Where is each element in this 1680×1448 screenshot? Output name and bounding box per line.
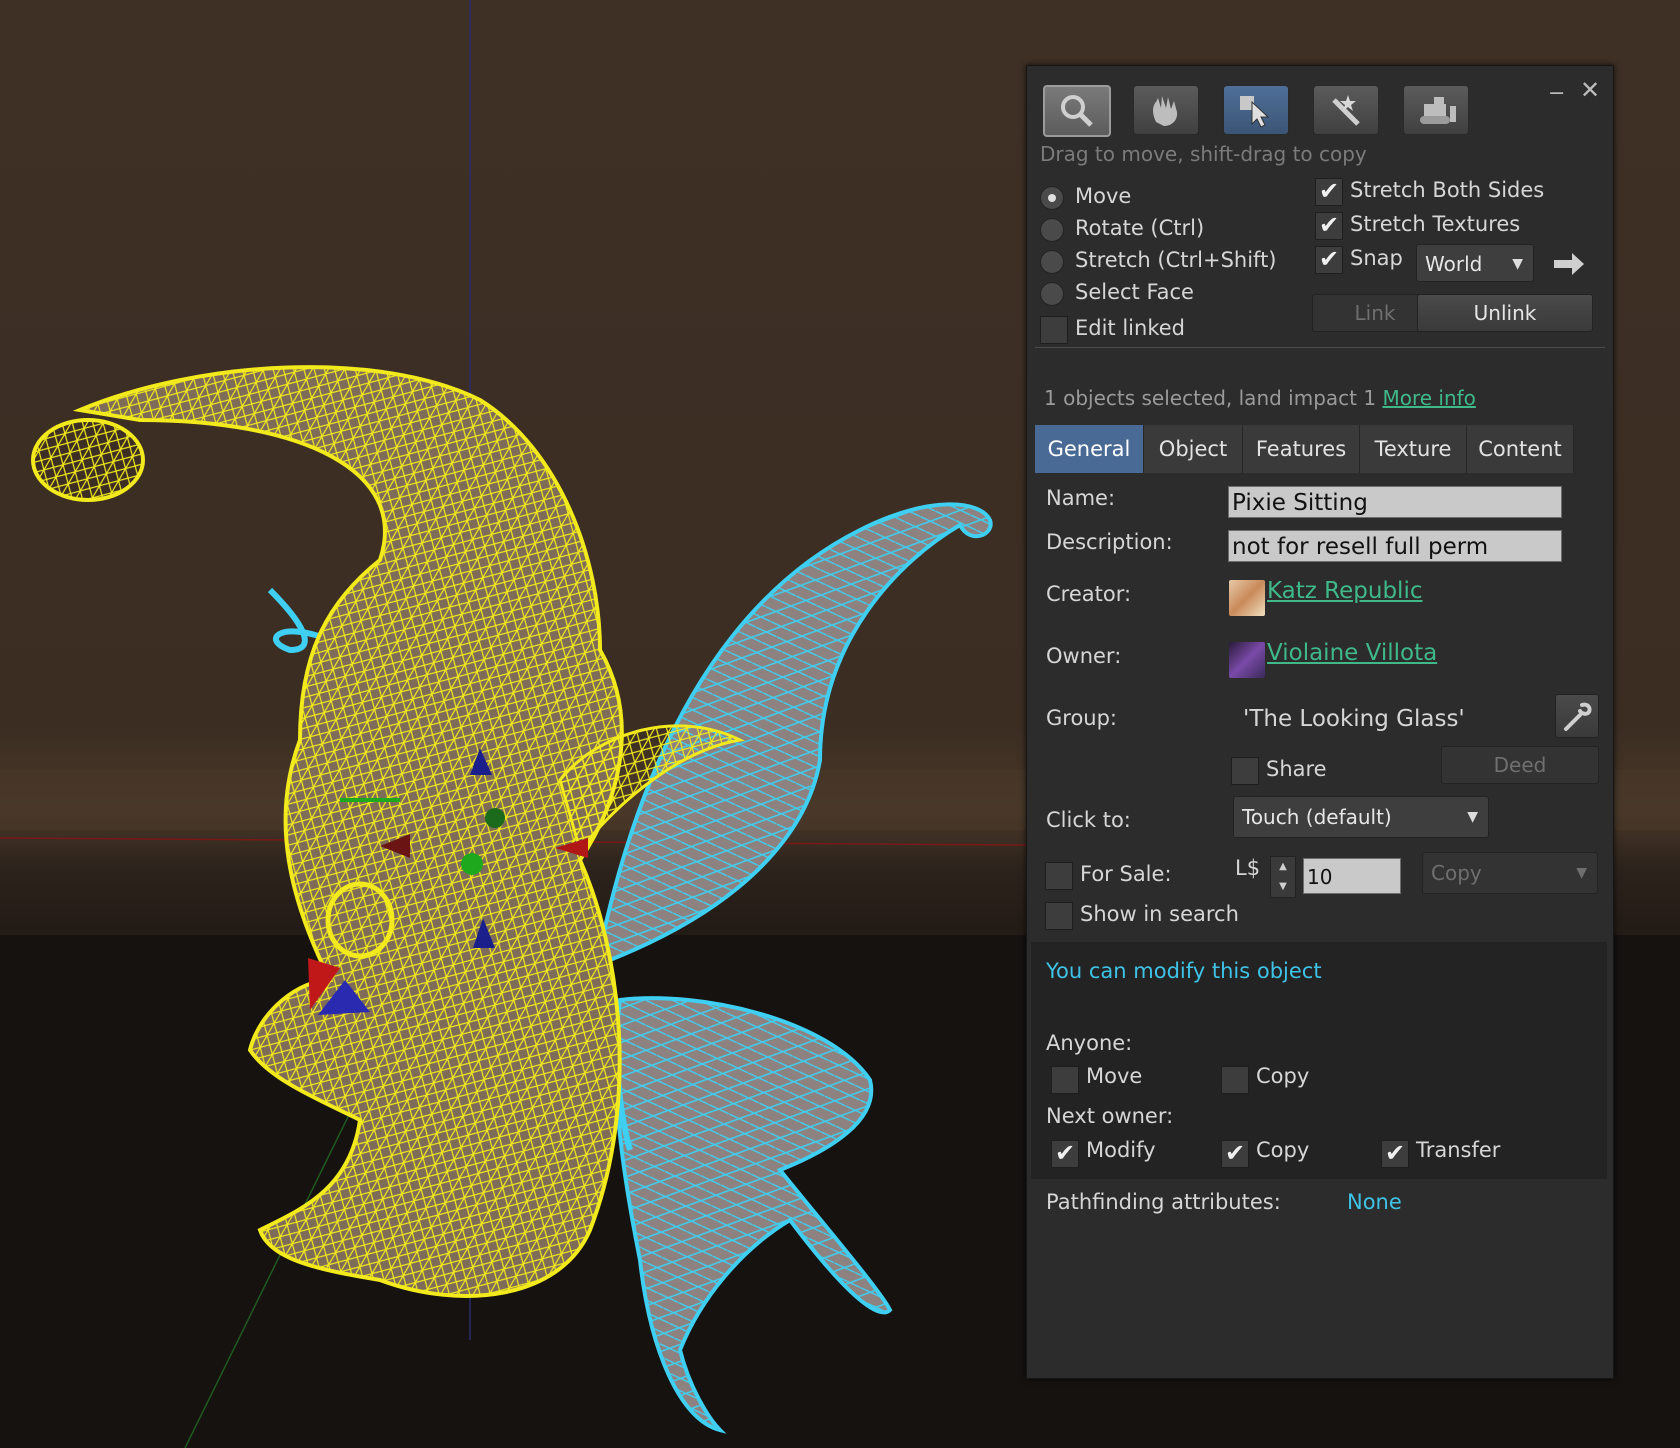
spinner-down-icon[interactable]: ▼ — [1271, 877, 1295, 897]
anyone-move-checkbox[interactable] — [1051, 1066, 1079, 1094]
stretch-both-sides-label: Stretch Both Sides — [1350, 178, 1545, 202]
close-button[interactable]: ✕ — [1580, 78, 1600, 102]
tab-content[interactable]: Content — [1467, 425, 1574, 473]
group-label: Group: — [1046, 706, 1118, 730]
select-face-label: Select Face — [1075, 280, 1194, 304]
creator-avatar — [1229, 580, 1265, 616]
chevron-down-icon: ▼ — [1512, 256, 1523, 272]
stretch-both-sides-checkbox[interactable]: ✔ — [1315, 178, 1343, 206]
snap-mode-dropdown[interactable]: World ▼ — [1416, 244, 1534, 282]
for-sale-checkbox[interactable] — [1045, 862, 1073, 890]
edit-tool-button[interactable] — [1223, 85, 1289, 135]
next-modify-label: Modify — [1086, 1138, 1156, 1162]
sale-type-value: Copy — [1431, 861, 1482, 885]
for-sale-label: For Sale: — [1080, 862, 1172, 886]
modify-status: You can modify this object — [1046, 959, 1322, 983]
magnifier-icon — [1061, 95, 1093, 127]
arrow-right-icon[interactable] — [1552, 251, 1586, 277]
create-tool-button[interactable] — [1313, 85, 1379, 135]
pathfinding-value: None — [1347, 1190, 1402, 1214]
selection-count: 1 objects selected, land impact 1 — [1044, 386, 1377, 410]
focus-tool-button[interactable] — [1043, 85, 1111, 137]
next-modify-checkbox[interactable]: ✔ — [1051, 1140, 1079, 1168]
stretch-textures-checkbox[interactable]: ✔ — [1315, 212, 1343, 240]
creator-link[interactable]: Katz Republic — [1267, 578, 1422, 604]
arrow-cursor-icon — [1240, 96, 1270, 128]
tab-object[interactable]: Object — [1144, 425, 1243, 473]
name-field[interactable]: Pixie Sitting — [1228, 486, 1562, 518]
description-label: Description: — [1046, 530, 1173, 554]
selection-summary: 1 objects selected, land impact 1 More i… — [1044, 386, 1476, 410]
group-name: 'The Looking Glass' — [1243, 706, 1465, 732]
grab-tool-button[interactable] — [1133, 85, 1199, 135]
owner-label: Owner: — [1046, 644, 1122, 668]
owner-link[interactable]: Violaine Villota — [1267, 640, 1437, 666]
magic-wand-icon — [1332, 95, 1360, 126]
currency-label: L$ — [1235, 856, 1261, 880]
unlink-button[interactable]: Unlink — [1417, 294, 1593, 332]
snap-mode-value: World — [1425, 252, 1483, 276]
chevron-down-icon: ▼ — [1467, 809, 1478, 825]
stretch-label: Stretch (Ctrl+Shift) — [1075, 248, 1277, 272]
sale-type-dropdown[interactable]: Copy ▼ — [1422, 852, 1598, 894]
next-copy-label: Copy — [1256, 1138, 1310, 1162]
snap-checkbox[interactable]: ✔ — [1315, 246, 1343, 274]
price-field[interactable]: 10 — [1303, 858, 1401, 894]
show-in-search-checkbox[interactable] — [1045, 902, 1073, 930]
deed-button[interactable]: Deed — [1441, 746, 1599, 784]
pathfinding-label: Pathfinding attributes: — [1046, 1190, 1281, 1214]
stretch-radio[interactable] — [1040, 250, 1064, 274]
rotate-radio[interactable] — [1040, 218, 1064, 242]
more-info-link[interactable]: More info — [1382, 386, 1475, 410]
click-to-label: Click to: — [1046, 808, 1131, 832]
anyone-copy-label: Copy — [1256, 1064, 1310, 1088]
price-spinner[interactable]: ▲ ▼ — [1270, 856, 1296, 898]
build-floater: ‒ ✕ Drag to move, shift-drag to copy Mov… — [1026, 65, 1614, 1379]
edit-linked-label: Edit linked — [1075, 316, 1185, 340]
description-field[interactable]: not for resell full perm — [1228, 530, 1562, 562]
tab-texture[interactable]: Texture — [1360, 425, 1467, 473]
anyone-copy-checkbox[interactable] — [1221, 1066, 1249, 1094]
next-copy-checkbox[interactable]: ✔ — [1221, 1140, 1249, 1168]
share-checkbox[interactable] — [1231, 757, 1259, 785]
tab-bar: General Object Features Texture Content — [1035, 425, 1613, 473]
show-in-search-label: Show in search — [1080, 902, 1239, 926]
edit-linked-checkbox[interactable] — [1040, 316, 1068, 344]
share-label: Share — [1266, 757, 1327, 781]
owner-avatar — [1229, 642, 1265, 678]
rotate-label: Rotate (Ctrl) — [1075, 216, 1205, 240]
select-face-radio[interactable] — [1040, 282, 1064, 306]
bulldozer-icon — [1420, 97, 1456, 124]
snap-label: Snap — [1350, 246, 1403, 270]
wrench-icon — [1564, 702, 1592, 731]
name-label: Name: — [1046, 486, 1116, 510]
next-transfer-checkbox[interactable]: ✔ — [1381, 1140, 1409, 1168]
move-radio[interactable] — [1040, 186, 1064, 210]
next-owner-label: Next owner: — [1046, 1104, 1174, 1128]
tab-features[interactable]: Features — [1243, 425, 1360, 473]
click-to-value: Touch (default) — [1242, 805, 1392, 829]
stretch-textures-label: Stretch Textures — [1350, 212, 1521, 236]
hand-icon — [1153, 96, 1178, 126]
spinner-up-icon[interactable]: ▲ — [1271, 857, 1295, 877]
anyone-label: Anyone: — [1046, 1031, 1133, 1055]
land-tool-button[interactable] — [1403, 85, 1469, 135]
next-transfer-label: Transfer — [1416, 1138, 1501, 1162]
divider — [1035, 347, 1605, 348]
set-group-button[interactable] — [1555, 694, 1599, 738]
move-label: Move — [1075, 184, 1132, 208]
minimize-button[interactable]: ‒ — [1549, 80, 1564, 104]
chevron-down-icon: ▼ — [1576, 865, 1587, 881]
anyone-move-label: Move — [1086, 1064, 1143, 1088]
creator-label: Creator: — [1046, 582, 1132, 606]
tab-general[interactable]: General — [1035, 425, 1144, 473]
click-to-dropdown[interactable]: Touch (default) ▼ — [1233, 796, 1489, 838]
tool-hint: Drag to move, shift-drag to copy — [1040, 142, 1367, 166]
